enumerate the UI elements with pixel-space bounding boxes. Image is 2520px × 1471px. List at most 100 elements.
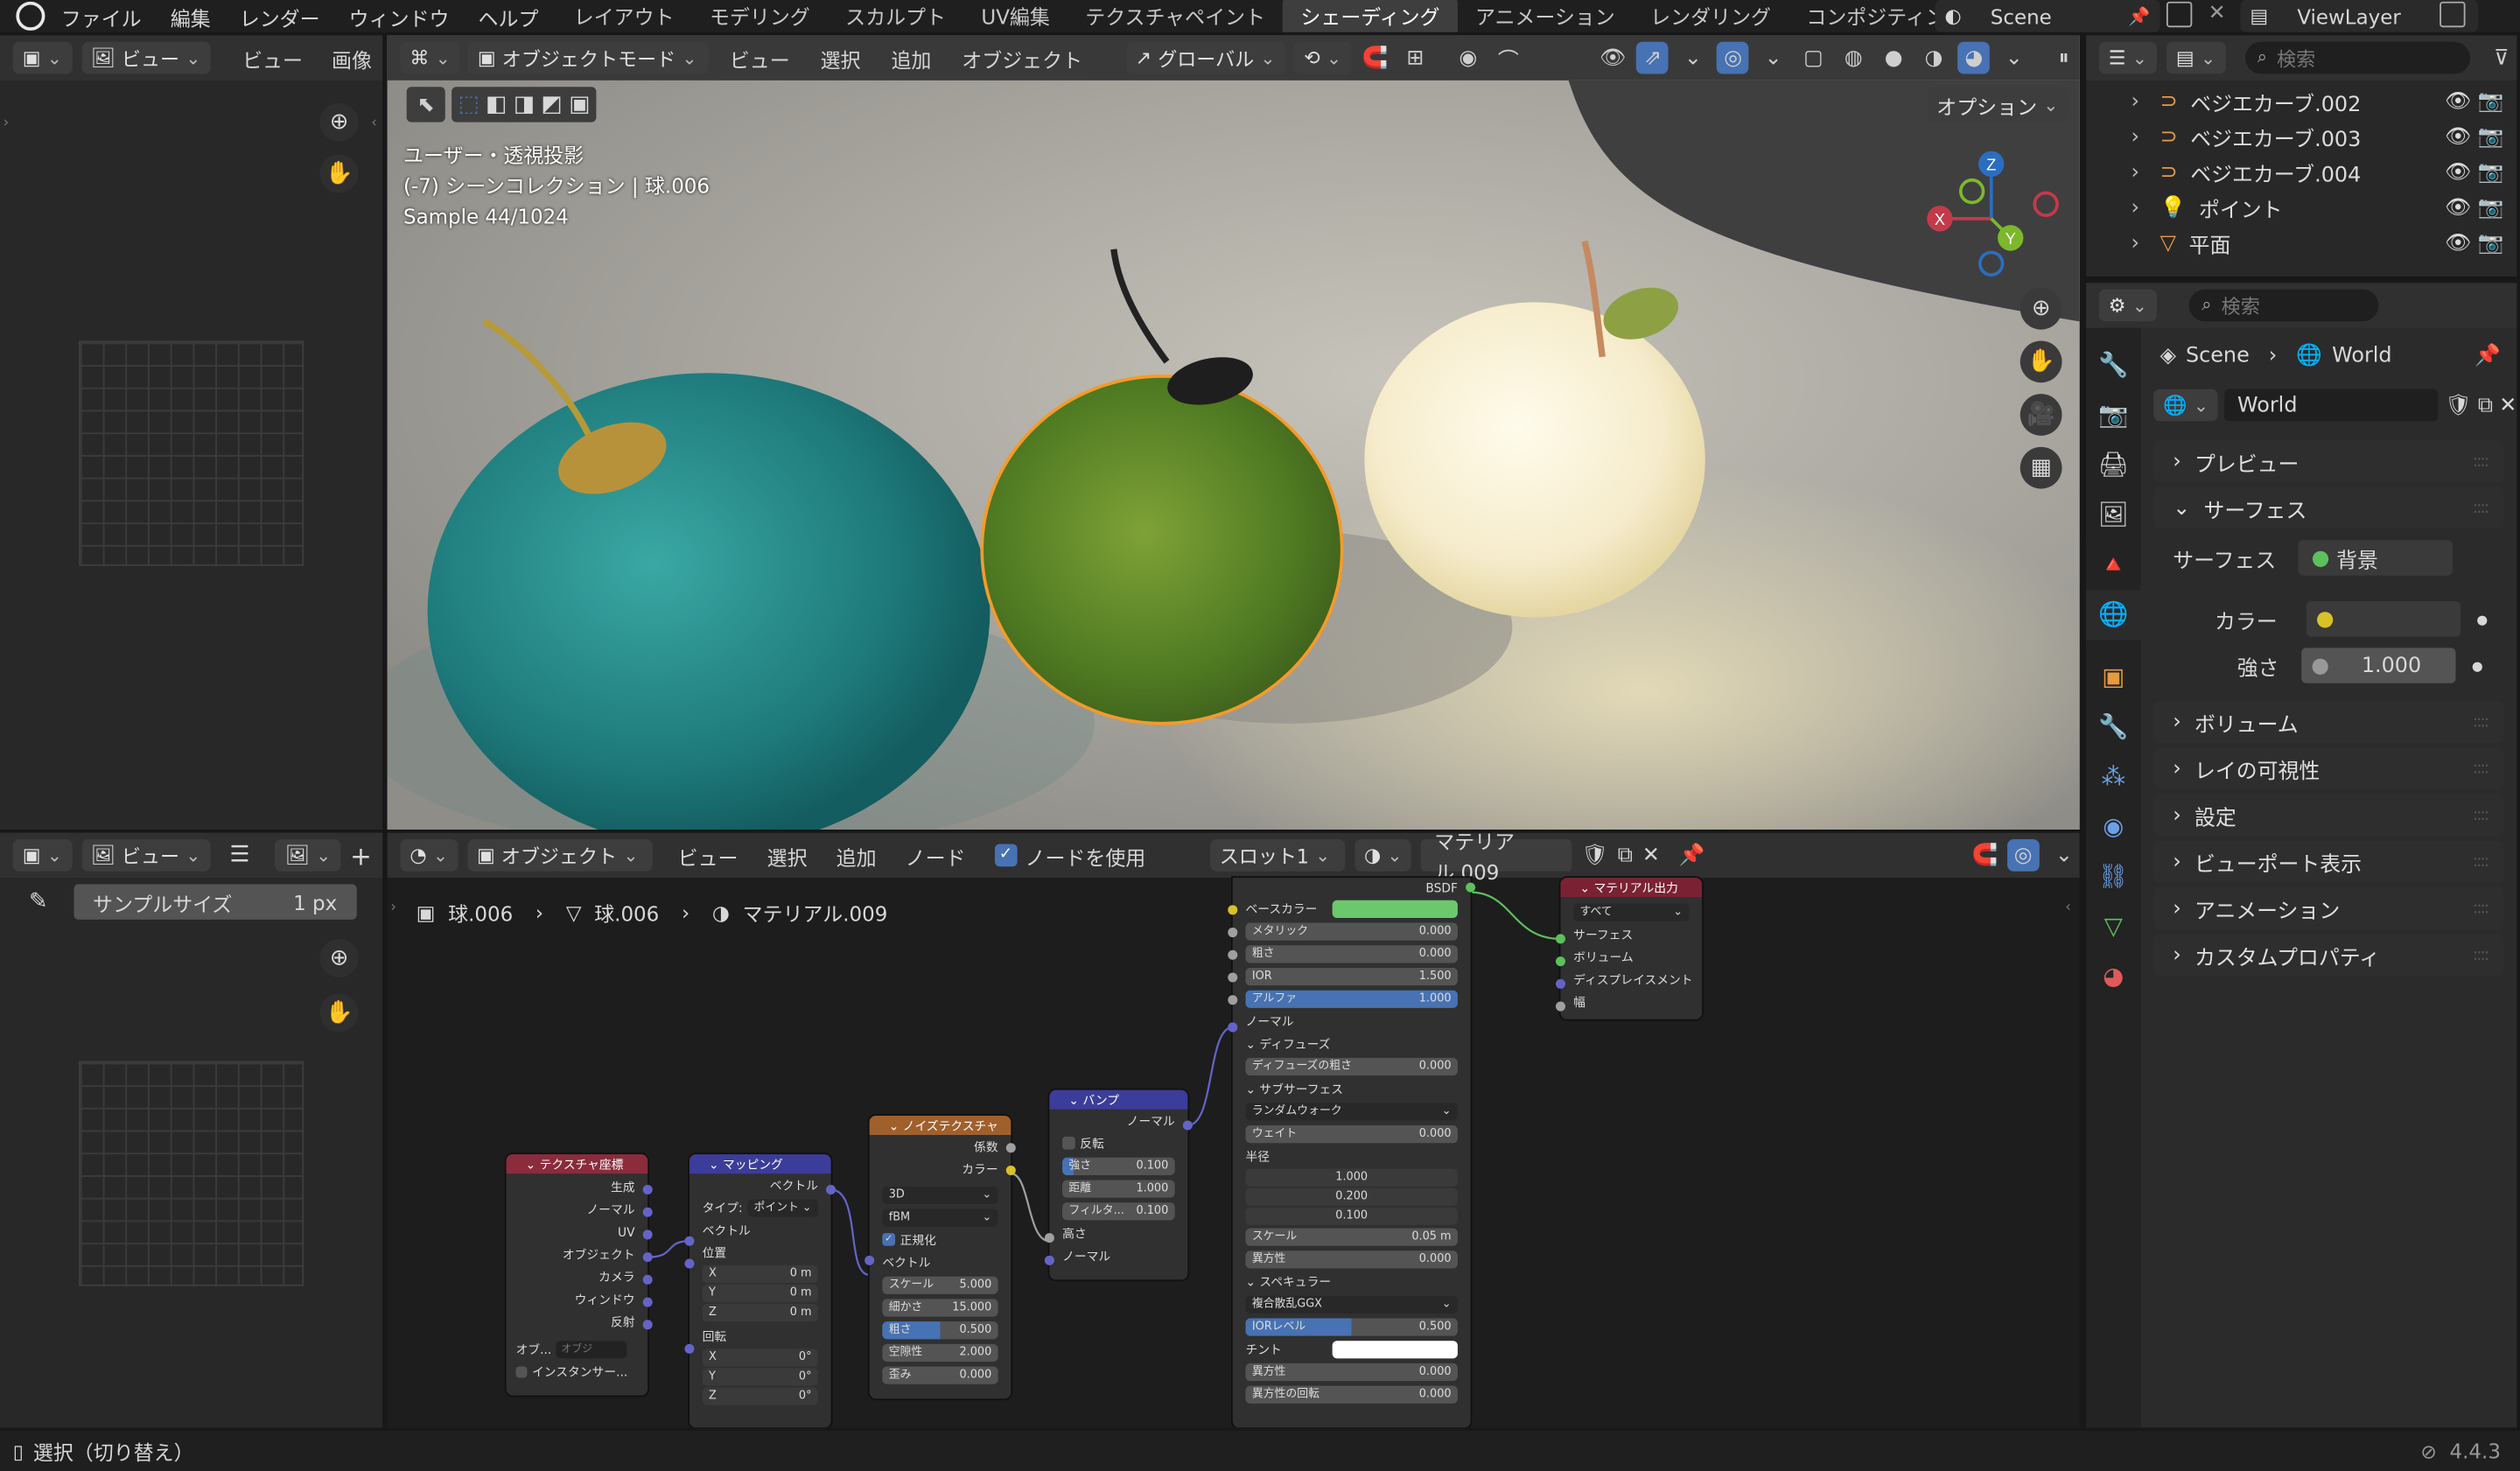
viewport-editor-type-button[interactable]: ⌘ xyxy=(400,41,460,74)
node-mapping[interactable]: ⌄ マッピング ベクトル タイプ: ポイント ⌄ ベクトル 位置 X0 m Y0 … xyxy=(684,1154,836,1428)
gizmo-dropdown-icon[interactable]: ⌄ xyxy=(1677,42,1710,74)
section-custom-properties[interactable]: › カスタムプロパティ:::: xyxy=(2153,934,2504,977)
tab-animation[interactable]: アニメーション xyxy=(1458,0,1633,32)
editor-type-button[interactable]: ▣ xyxy=(12,41,72,74)
section-ray-visibility[interactable]: › レイの可視性:::: xyxy=(2153,747,2504,790)
image-browse-button[interactable]: 🖼 xyxy=(275,838,341,872)
eye-icon[interactable]: 👁 📷 xyxy=(2445,160,2504,185)
outliner-item[interactable]: › ▽ 平面 👁 📷 xyxy=(2086,225,2516,260)
expand-right-icon[interactable]: ‹ xyxy=(371,116,377,131)
rotation-z-field[interactable]: Z 0° xyxy=(702,1386,818,1404)
radius-g-field[interactable]: 0.200 xyxy=(1245,1187,1458,1205)
overlay-toggle-icon[interactable]: ◎ xyxy=(1717,41,1750,74)
pivot-point-button[interactable]: ⟲ xyxy=(1294,41,1352,74)
section-preview[interactable]: › プレビュー:::: xyxy=(2153,440,2504,483)
noise-dimension-dropdown[interactable]: 3D ⌄ xyxy=(882,1185,998,1204)
tab-rendering[interactable]: レンダリング xyxy=(1633,0,1788,32)
new-scene-icon[interactable] xyxy=(2166,1,2193,28)
display-mode-button[interactable]: ▤ xyxy=(2166,41,2226,74)
tab-layout[interactable]: レイアウト xyxy=(556,0,692,32)
shading-dropdown-icon[interactable]: ⌄ xyxy=(1998,42,2030,74)
eye-icon[interactable]: 👁 📷 xyxy=(2445,231,2504,256)
hamburger-icon[interactable]: ☰ xyxy=(229,843,249,868)
subsurface-method-dropdown[interactable]: ランダムウォーク ⌄ xyxy=(1245,1102,1458,1120)
location-x-field[interactable]: X 0 m xyxy=(702,1264,818,1283)
color-field[interactable]: ● xyxy=(2306,601,2461,637)
overlay-dropdown-icon[interactable]: ⌄ xyxy=(1757,42,1789,74)
viewport-pan-icon[interactable]: ✋ xyxy=(2020,340,2062,383)
particles-tab-icon[interactable]: ⁂ xyxy=(2086,753,2140,802)
object-tab-icon[interactable]: ▣ xyxy=(2086,653,2140,703)
subsurface-weight-field[interactable]: ウェイト 0.000 xyxy=(1245,1124,1458,1143)
shader-node-editor[interactable]: ◔ ▣ オブジェクト ビュー 選択 追加 ノード ✓ ノードを使用 スロット1 … xyxy=(387,832,2080,1428)
subsurface-scale-field[interactable]: スケール 0.05 m xyxy=(1245,1227,1458,1245)
fake-user-icon[interactable]: 🛡 xyxy=(2445,393,2471,417)
viewport-menu-view[interactable]: ビュー xyxy=(730,43,790,74)
unlink-icon[interactable]: ✕ xyxy=(2499,393,2516,417)
section-volume[interactable]: › ボリューム:::: xyxy=(2153,701,2504,743)
camera-view-icon[interactable]: 🎥 xyxy=(2020,394,2062,436)
scene-selector[interactable]: ◐ Scene 📌 xyxy=(1935,0,2160,32)
node-material-output[interactable]: ⌄ マテリアル出力 すべて ⌄ サーフェス ボリューム ディスプレイスメント 幅 xyxy=(1555,878,1703,1019)
from-instancer-toggle[interactable]: インスタンサー... xyxy=(507,1363,648,1381)
subsurface-anisotropy-field[interactable]: 異方性 0.000 xyxy=(1245,1250,1458,1268)
menu-view[interactable]: ビュー xyxy=(242,43,303,74)
navigation-gizmo[interactable]: Z X Y xyxy=(1921,148,2065,284)
tab-texture-paint[interactable]: テクスチャペイント xyxy=(1068,0,1283,32)
bsdf-diffuse-panel[interactable]: ⌄ ディフューズ xyxy=(1233,1032,1471,1054)
eye-icon[interactable]: 👁 📷 xyxy=(2445,124,2504,149)
object-mode-dropdown[interactable]: ▣ オブジェクトモード xyxy=(467,41,709,74)
noise-detail-field[interactable]: 細かさ 15.000 xyxy=(882,1298,998,1316)
output-tab-icon[interactable]: 🖨 xyxy=(2086,440,2140,490)
proportional-edit-icon[interactable]: ◉ xyxy=(1452,42,1485,74)
tab-uv-editing[interactable]: UV編集 xyxy=(963,0,1068,32)
section-settings[interactable]: › 設定:::: xyxy=(2153,794,2504,837)
viewport-3d[interactable]: ⌘ ▣ オブジェクトモード ビュー 選択 追加 オブジェクト ↗ グローバル ⟲… xyxy=(387,35,2080,830)
viewport-menu-select[interactable]: 選択 xyxy=(821,43,861,74)
diffuse-roughness-field[interactable]: ディフューズの粗さ 0.000 xyxy=(1245,1056,1458,1075)
constraints-tab-icon[interactable]: ⛓ xyxy=(2086,852,2140,902)
eyedropper-icon[interactable]: ✎ xyxy=(29,889,48,914)
expand-left-icon[interactable]: › xyxy=(390,900,396,916)
image-mode-button[interactable]: 🖼 ビュー xyxy=(80,838,211,872)
keyframe-dot-icon[interactable]: ● xyxy=(2472,658,2483,673)
filter-icon[interactable]: ⊽ xyxy=(2487,42,2517,74)
node-texture-coordinate[interactable]: ⌄ テクスチャ座標 生成 ノーマル UV オブジェクト カメラ ウィンドウ 反射… xyxy=(506,1154,653,1396)
solid-shading-icon[interactable]: ● xyxy=(1878,42,1910,74)
bump-strength-slider[interactable]: 強さ 0.100 xyxy=(1062,1156,1175,1175)
noise-lacunarity-field[interactable]: 空隙性 2.000 xyxy=(882,1342,998,1362)
outliner-item[interactable]: › ⊃ ベジエカーブ.002 👁 📷 xyxy=(2086,84,2516,119)
world-browse-button[interactable]: 🌐 xyxy=(2153,389,2219,422)
menu-image[interactable]: 画像 xyxy=(332,43,372,74)
modifier-tab-icon[interactable]: 🔧 xyxy=(2086,703,2140,753)
scene-tab-icon[interactable]: 🔺 xyxy=(2086,540,2140,590)
new-image-icon[interactable]: + xyxy=(350,840,372,871)
transform-orientation-dropdown[interactable]: ↗ グローバル xyxy=(1125,41,1287,74)
menu-window[interactable]: ウィンドウ xyxy=(349,1,450,32)
snap-target-icon[interactable]: ⊞ xyxy=(1399,42,1432,74)
specular-anisotropy-field[interactable]: 異方性 0.000 xyxy=(1245,1362,1458,1381)
outliner-editor-type-button[interactable]: ☰ xyxy=(2098,41,2157,74)
strength-field[interactable]: ● 1.000 xyxy=(2301,648,2456,683)
falloff-icon[interactable]: ⌒ xyxy=(1492,42,1524,74)
material-shading-icon[interactable]: ◑ xyxy=(1918,42,1950,74)
sample-size-field[interactable]: サンプルサイズ 1 px xyxy=(74,884,357,920)
image-mode-button[interactable]: 🖼 ビュー xyxy=(80,41,211,74)
pause-render-icon[interactable]: ⏸ xyxy=(2048,42,2079,74)
alpha-slider[interactable]: アルファ 1.000 xyxy=(1245,989,1458,1007)
properties-search-input[interactable]: ⌕ 検索 xyxy=(2188,289,2379,322)
menu-render[interactable]: レンダー xyxy=(240,1,320,32)
bump-distance-field[interactable]: 距離 1.000 xyxy=(1062,1179,1175,1197)
tweak-tool-icon[interactable]: ⬉ xyxy=(406,87,445,123)
tool-tab-icon[interactable]: 🔧 xyxy=(2086,340,2140,390)
viewport-options-button[interactable]: オプション xyxy=(1927,87,2068,123)
physics-tab-icon[interactable]: ◉ xyxy=(2086,802,2140,852)
tab-modeling[interactable]: モデリング xyxy=(692,0,828,32)
blender-logo-icon[interactable] xyxy=(16,1,46,31)
render-tab-icon[interactable]: 📷 xyxy=(2086,390,2140,440)
noise-type-dropdown[interactable]: fBM ⌄ xyxy=(882,1208,998,1226)
select-new-icon[interactable]: ⬚ xyxy=(458,92,479,117)
base-color-swatch[interactable] xyxy=(1332,899,1458,918)
properties-editor-type-button[interactable]: ⚙ xyxy=(2098,289,2157,322)
new-view-layer-icon[interactable] xyxy=(2440,1,2466,28)
